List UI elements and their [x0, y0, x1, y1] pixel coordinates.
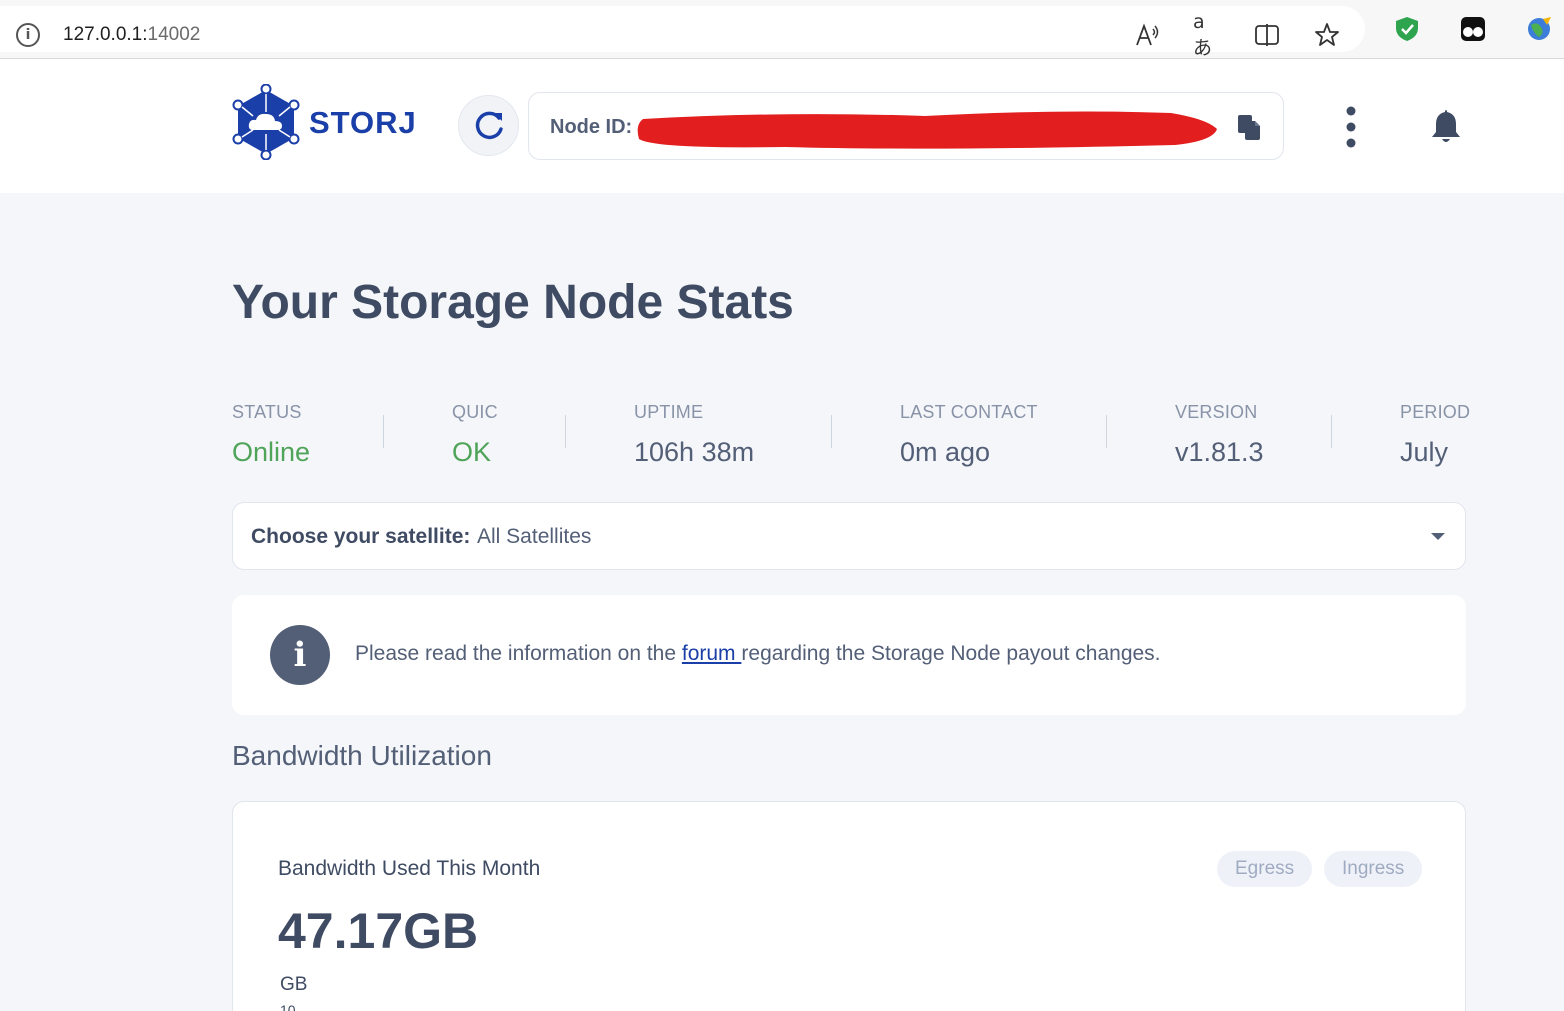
- forum-link[interactable]: forum: [682, 642, 742, 665]
- stat-label: LAST CONTACT: [900, 402, 1038, 422]
- chevron-down-icon: [1431, 533, 1445, 540]
- page-title: Your Storage Node Stats: [232, 276, 794, 329]
- stat-quic: QUIC OK: [452, 402, 498, 468]
- shield-extension-icon[interactable]: [1393, 15, 1421, 43]
- read-aloud-icon[interactable]: [1134, 21, 1162, 49]
- url-host: 127.0.0.1:: [63, 24, 148, 45]
- bandwidth-title: Bandwidth Used This Month: [278, 857, 541, 880]
- stat-divider: [383, 415, 384, 448]
- stat-label: UPTIME: [634, 402, 704, 422]
- copy-icon[interactable]: [1236, 113, 1262, 141]
- stat-label: QUIC: [452, 402, 498, 422]
- logo-text: STORJ: [309, 105, 417, 140]
- stat-label: STATUS: [232, 402, 302, 422]
- info-icon: i: [270, 625, 330, 685]
- translate-icon[interactable]: aあ: [1193, 11, 1221, 59]
- node-id-label: Node ID:: [550, 116, 633, 138]
- tampermonkey-extension-icon[interactable]: [1459, 15, 1487, 43]
- bandwidth-value: 47.17GB: [278, 903, 479, 959]
- notice-text: Please read the information on the forum…: [355, 642, 1161, 666]
- refresh-icon: [475, 111, 503, 139]
- egress-toggle[interactable]: Egress: [1217, 851, 1313, 887]
- url-port: 14002: [147, 24, 201, 45]
- more-options-icon[interactable]: [1339, 105, 1363, 149]
- stat-label: PERIOD: [1400, 402, 1471, 422]
- globe-extension-icon[interactable]: [1525, 15, 1553, 43]
- stat-value: July: [1400, 437, 1449, 467]
- notification-bell-icon[interactable]: [1429, 107, 1463, 145]
- stat-last-contact: LAST CONTACT 0m ago: [900, 402, 1038, 468]
- browser-toolbar: i 127.0.0.1:14002 aあ: [0, 0, 1564, 59]
- stat-label: VERSION: [1175, 402, 1258, 422]
- satellite-label: Choose your satellite:: [251, 525, 471, 548]
- stat-version: VERSION v1.81.3: [1175, 402, 1264, 468]
- stat-divider: [831, 415, 832, 448]
- section-title: Bandwidth Utilization: [232, 740, 492, 771]
- url-text[interactable]: 127.0.0.1:14002: [63, 24, 200, 46]
- stat-divider: [1106, 415, 1107, 448]
- storj-logo-icon[interactable]: [231, 84, 301, 160]
- ingress-toggle[interactable]: Ingress: [1324, 851, 1423, 887]
- satellite-selector[interactable]: Choose your satellite: All Satellites: [232, 502, 1466, 570]
- split-screen-icon[interactable]: [1253, 21, 1281, 49]
- payout-notice: i Please read the information on the for…: [232, 595, 1466, 715]
- stat-uptime: UPTIME 106h 38m: [634, 402, 754, 468]
- stat-status: STATUS Online: [232, 402, 310, 468]
- stat-value: v1.81.3: [1175, 437, 1264, 467]
- stat-value: OK: [452, 437, 492, 467]
- stat-period: PERIOD July: [1400, 402, 1470, 468]
- chart-tick-label: 10: [280, 1002, 296, 1011]
- stat-value: 106h 38m: [634, 437, 755, 467]
- stat-divider: [1331, 415, 1332, 448]
- redacted-node-id: [637, 111, 1217, 149]
- node-id-box: Node ID:: [528, 92, 1284, 160]
- stat-value: Online: [232, 437, 311, 467]
- chart-unit-label: GB: [280, 974, 308, 995]
- stat-value: 0m ago: [900, 437, 991, 467]
- refresh-button[interactable]: [458, 95, 519, 156]
- favorite-star-icon[interactable]: [1313, 21, 1341, 49]
- notice-text-after: regarding the Storage Node payout change…: [741, 642, 1161, 665]
- stat-divider: [565, 415, 566, 448]
- address-bar[interactable]: i 127.0.0.1:14002 aあ: [0, 6, 1365, 59]
- bandwidth-card: Bandwidth Used This Month Egress Ingress…: [232, 801, 1466, 1011]
- site-info-icon[interactable]: i: [16, 23, 40, 47]
- satellite-value: All Satellites: [477, 525, 592, 548]
- app-header: STORJ Node ID:: [0, 59, 1564, 193]
- notice-text-before: Please read the information on the: [355, 642, 682, 665]
